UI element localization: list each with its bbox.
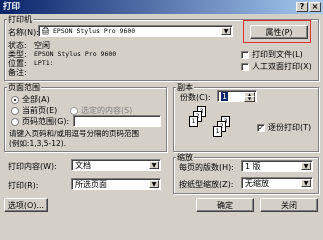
window-title: 打印 [3, 2, 21, 12]
copies-count-label: 份数(C): [180, 93, 211, 102]
page-range-help-2: (例如:1,3,5-12). [9, 139, 67, 148]
pages-radio[interactable] [11, 118, 19, 126]
all-label: 全部(A) [22, 95, 50, 104]
collate-label: 逐份打印(T) [268, 123, 312, 132]
printer-icon: 🖨 [41, 27, 50, 35]
title-bar: 打印 [0, 0, 323, 14]
print-to-file-label: 打印到文件(L) [252, 50, 303, 59]
printer-name-label: 名称(N): [8, 28, 39, 37]
pages-per-sheet-value: 1 版 [245, 162, 261, 171]
cancel-button[interactable]: 关闭 [260, 198, 318, 212]
print-label: 打印(R): [8, 181, 39, 190]
print-what-select[interactable]: 文档 ▼ [71, 159, 161, 171]
collate-page-icon: 1 [189, 116, 198, 127]
chevron-down-icon[interactable]: ▼ [221, 27, 231, 35]
pages-per-sheet-label: 每页的版数(H): [179, 163, 234, 172]
current-page-radio[interactable] [11, 107, 19, 115]
scale-select[interactable]: 无缩放 ▼ [241, 177, 313, 189]
comment-label: 备注: [8, 68, 27, 77]
ok-button[interactable]: 确定 [196, 198, 254, 212]
chevron-down-icon[interactable]: ▼ [301, 179, 311, 187]
manual-duplex-label: 人工双面打印(X) [252, 62, 312, 71]
type-label: 类型: [8, 50, 27, 59]
zoom-group-label: 缩放 [176, 153, 194, 162]
status-label: 状态: [8, 41, 27, 50]
chevron-down-icon[interactable]: ▼ [149, 180, 159, 188]
scale-label: 按纸型缩放(Z): [179, 180, 234, 189]
close-button[interactable]: × [309, 2, 321, 12]
status-value: 空闲 [34, 41, 50, 50]
print-what-label: 打印内容(W): [8, 162, 57, 171]
collate-page-icon: 1 [213, 126, 222, 137]
where-label: 位置: [8, 59, 27, 68]
print-what-value: 文档 [75, 161, 91, 170]
all-radio[interactable] [11, 96, 19, 104]
manual-duplex-checkbox[interactable] [241, 63, 249, 71]
print-to-file-checkbox[interactable] [241, 51, 249, 59]
copies-stepper[interactable]: 1 ▲ ▼ [217, 90, 257, 102]
printer-group-label: 打印机 [7, 15, 33, 24]
chevron-down-icon[interactable]: ▼ [301, 162, 311, 170]
copies-group-label: 副本 [176, 83, 194, 92]
print-select[interactable]: 所选页面 ▼ [71, 178, 161, 190]
scale-value: 无缩放 [245, 179, 269, 188]
pages-label: 页码范围(G): [22, 117, 70, 126]
selection-radio[interactable] [70, 107, 78, 115]
page-range-help-1: 请键入页码和/或用逗号分隔的页码范围 [9, 129, 140, 138]
selection-label: 选定的内容(S) [81, 106, 133, 115]
pages-per-sheet-select[interactable]: 1 版 ▼ [241, 160, 313, 172]
help-button[interactable]: ? [296, 2, 308, 12]
options-button[interactable]: 选项(O)... [4, 198, 48, 212]
type-value: EPSON Stylus Pro 9600 [34, 50, 117, 58]
highlight-box [243, 20, 311, 43]
printer-name-select[interactable]: 🖨 EPSON Stylus Pro 9600 ▼ [38, 25, 233, 37]
collate-checkbox[interactable]: ✓ [257, 124, 265, 132]
copies-count-value: 1 [221, 92, 229, 101]
where-value: LPT1: [34, 59, 54, 67]
page-range-group-label: 页面范围 [7, 83, 41, 92]
pages-input[interactable] [73, 115, 161, 127]
stepper-down-icon[interactable]: ▼ [244, 96, 255, 102]
print-value: 所选页面 [75, 180, 107, 189]
chevron-down-icon[interactable]: ▼ [149, 161, 159, 169]
printer-name-value: EPSON Stylus Pro 9600 [53, 27, 136, 35]
current-page-label: 当前页(E) [22, 106, 58, 115]
